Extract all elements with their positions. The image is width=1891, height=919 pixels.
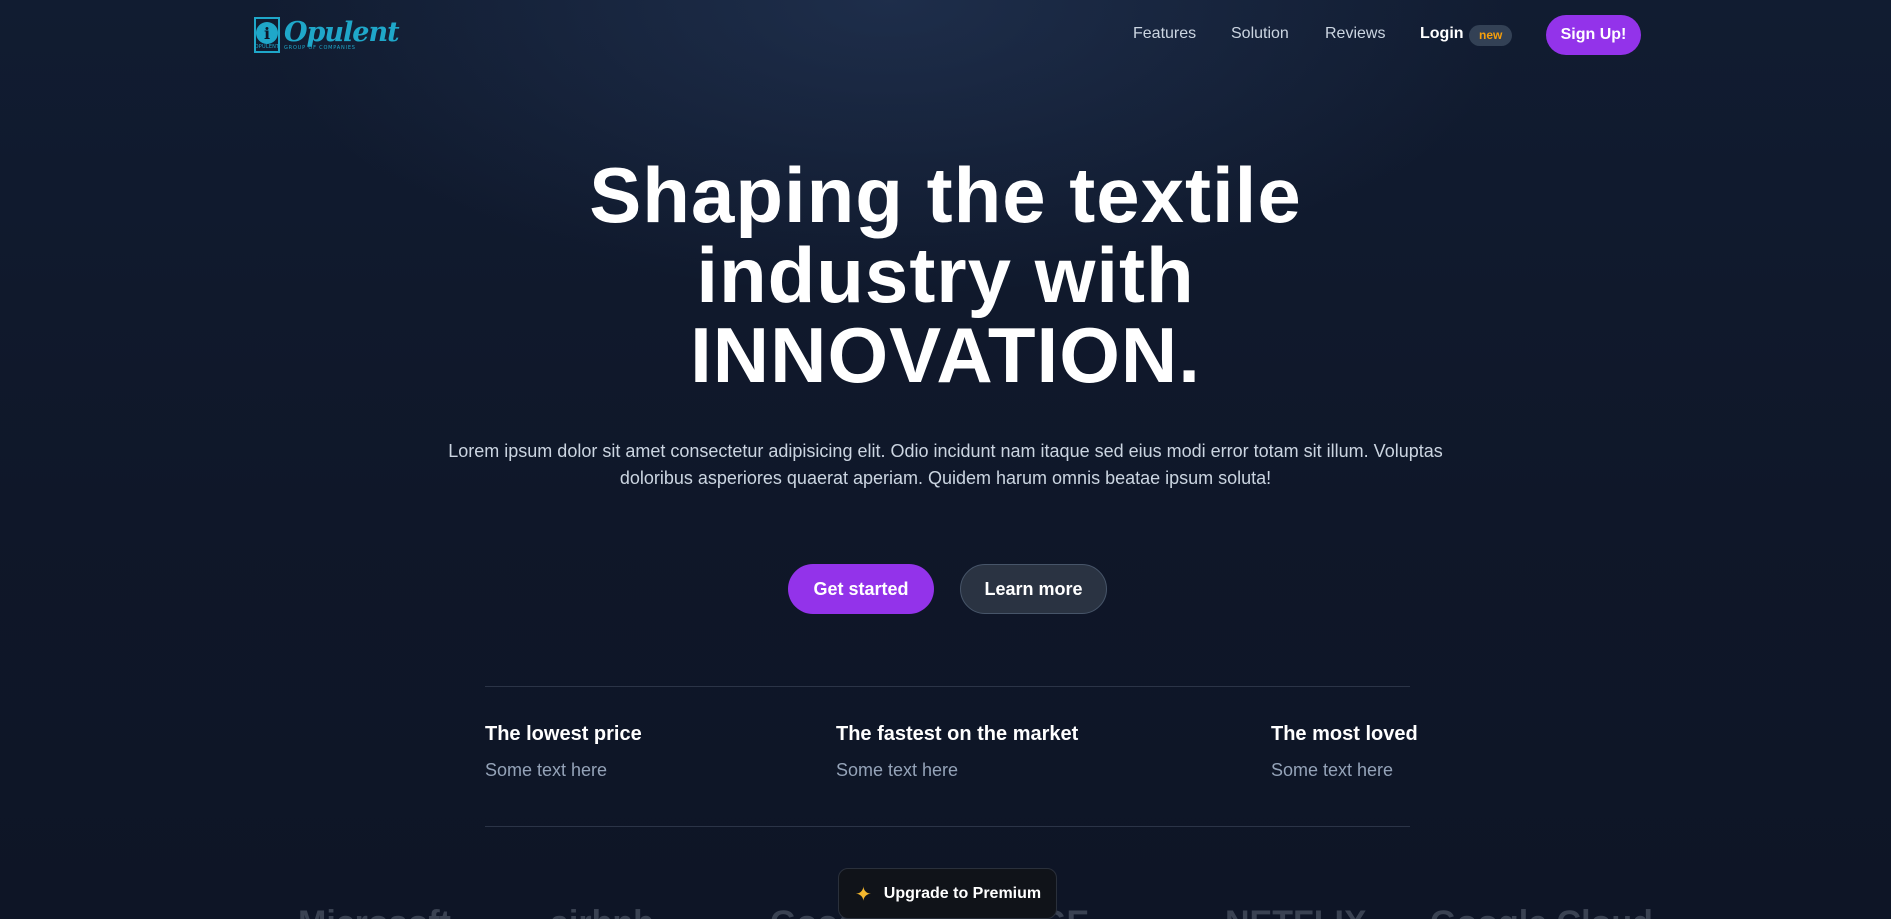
feature-item: The lowest price Some text here [485, 723, 642, 781]
feature-item: The fastest on the market Some text here [836, 723, 1078, 781]
divider-bottom [485, 826, 1410, 827]
logo-letter: i [256, 22, 278, 44]
feature-text: Some text here [485, 760, 608, 780]
feature-title: The most loved [1271, 723, 1418, 745]
feature-title: The fastest on the market [836, 723, 1079, 745]
hero-title: Shaping the textile industry with INNOVA… [0, 155, 1891, 395]
login-link[interactable]: Login [1420, 25, 1464, 43]
hero-title-line-3: INNOVATION. [690, 311, 1201, 399]
logo-word: Opulent [284, 17, 400, 48]
brand-logo-airbnb: airbnb [550, 904, 654, 919]
new-badge: new [1469, 25, 1513, 46]
hero-description: Lorem ipsum dolor sit amet consectetur a… [448, 441, 1443, 488]
feature-item: The most loved Some text here [1271, 723, 1418, 781]
upgrade-premium-button[interactable]: ✦ Upgrade to Premium [838, 868, 1057, 919]
hero-title-line-1: Shaping the textile [589, 151, 1302, 239]
brand-logo-google-cloud: Google Cloud [1430, 904, 1653, 919]
nav-link-features[interactable]: Features [1133, 25, 1196, 43]
nav-link-reviews[interactable]: Reviews [1325, 25, 1385, 43]
brand-logo[interactable]: i OPULENT Opulent GROUP OF COMPANIES [254, 16, 400, 54]
logo-mark-icon: i OPULENT [254, 17, 280, 53]
nav-link-solution[interactable]: Solution [1231, 25, 1289, 43]
sign-up-button[interactable]: Sign Up! [1546, 15, 1641, 55]
upgrade-label: Upgrade to Premium [883, 884, 1042, 902]
feature-text: Some text here [1271, 760, 1394, 780]
logo-text: Opulent GROUP OF COMPANIES [284, 17, 400, 52]
feature-text: Some text here [836, 760, 959, 780]
brand-logo-microsoft: Microsoft [298, 904, 451, 919]
sparkle-icon: ✦ [855, 881, 872, 906]
learn-more-button[interactable]: Learn more [960, 564, 1107, 614]
divider-top [485, 686, 1410, 687]
brand-logo-netflix: NETFLIX [1225, 904, 1367, 919]
top-navigation: i OPULENT Opulent GROUP OF COMPANIES Fea… [0, 0, 1891, 70]
get-started-button[interactable]: Get started [788, 564, 934, 614]
logo-mark-sub: OPULENT [254, 44, 280, 50]
hero-title-line-2: industry with [696, 231, 1195, 319]
logo-tagline: GROUP OF COMPANIES [284, 45, 356, 51]
feature-title: The lowest price [485, 723, 642, 745]
